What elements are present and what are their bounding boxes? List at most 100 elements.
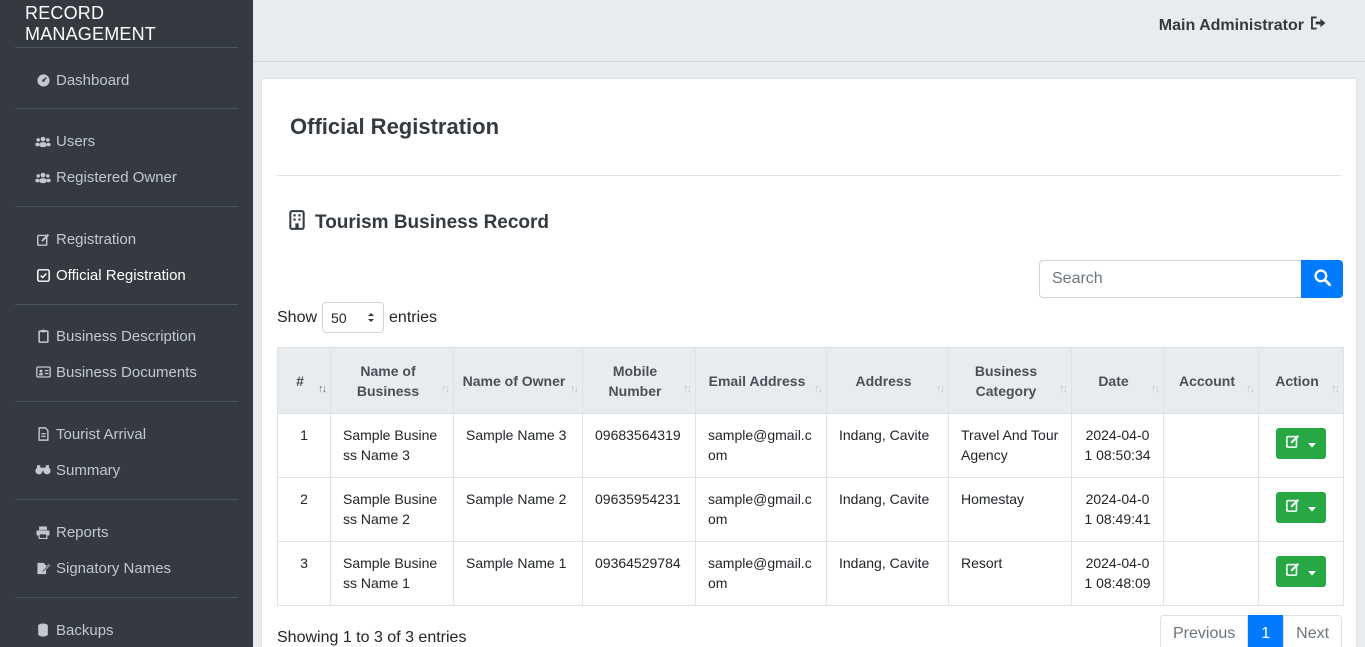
pagination-next[interactable]: Next bbox=[1283, 615, 1343, 647]
users-icon bbox=[35, 135, 51, 148]
cell-address: Indang, Cavite bbox=[826, 477, 949, 542]
sidebar-item-official-registration[interactable]: Official Registration bbox=[15, 257, 238, 293]
sidebar-item-label: Business Documents bbox=[56, 363, 197, 381]
cell-category: Travel And Tour Agency bbox=[948, 413, 1072, 478]
sort-icon: ↑↓ bbox=[814, 383, 823, 395]
cell-address: Indang, Cavite bbox=[826, 541, 949, 606]
cell-date: 2024-04-01 08:50:34 bbox=[1071, 413, 1164, 478]
cell-category: Homestay bbox=[948, 477, 1072, 542]
sidebar-item-label: Dashboard bbox=[56, 71, 130, 89]
sort-icon: ↑↓ bbox=[936, 383, 945, 395]
cell-date: 2024-04-01 08:48:09 bbox=[1071, 541, 1164, 606]
cell-account bbox=[1163, 477, 1259, 542]
cell-email: sample@gmail.com bbox=[695, 541, 827, 606]
entries-label: entries bbox=[389, 308, 438, 326]
column-header-num[interactable]: # ↑↓ bbox=[277, 347, 331, 414]
cell-date: 2024-04-01 08:49:41 bbox=[1071, 477, 1164, 542]
caret-down-icon bbox=[1308, 562, 1316, 582]
edit-dropdown-button[interactable] bbox=[1276, 492, 1326, 523]
pagination: Previous 1 Next bbox=[1160, 615, 1343, 647]
column-header-mobile[interactable]: Mobile Number ↑↓ bbox=[582, 347, 696, 414]
sidebar-item-business-description[interactable]: Business Description bbox=[15, 318, 238, 354]
sidebar-item-signatory-names[interactable]: Signatory Names bbox=[15, 550, 238, 586]
show-label: Show bbox=[277, 308, 318, 326]
column-header-email[interactable]: Email Address ↑↓ bbox=[695, 347, 827, 414]
divider bbox=[277, 175, 1341, 176]
nav-group-reports: Reports Signatory Names bbox=[15, 500, 238, 598]
header-label: Action bbox=[1275, 372, 1319, 389]
search-input[interactable] bbox=[1039, 260, 1301, 298]
print-icon bbox=[35, 525, 51, 539]
cell-action bbox=[1258, 541, 1344, 606]
header-label: Name of Owner bbox=[462, 372, 566, 389]
column-header-category[interactable]: Business Category ↑↓ bbox=[948, 347, 1072, 414]
cell-business: Sample Business Name 1 bbox=[330, 541, 454, 606]
binoculars-icon bbox=[35, 464, 51, 476]
sort-icon: ↑↓ bbox=[1059, 383, 1068, 395]
sidebar-item-reports[interactable]: Reports bbox=[15, 514, 238, 550]
sidebar-item-backups[interactable]: Backups bbox=[15, 612, 238, 647]
column-header-action[interactable]: Action ↑↓ bbox=[1258, 347, 1344, 414]
sort-icon: ↑↓ bbox=[683, 383, 692, 395]
main-card: Official Registration Tourism Business R… bbox=[261, 78, 1357, 647]
sidebar-item-registered-owner[interactable]: Registered Owner bbox=[15, 159, 238, 195]
sign-out-icon bbox=[1310, 16, 1327, 35]
header-label: Name of Business bbox=[356, 362, 420, 399]
sidebar-item-label: Signatory Names bbox=[56, 559, 172, 577]
edit-dropdown-button[interactable] bbox=[1276, 428, 1326, 459]
cell-num: 3 bbox=[277, 541, 331, 606]
sidebar-item-registration[interactable]: Registration bbox=[15, 221, 238, 257]
cell-email: sample@gmail.com bbox=[695, 477, 827, 542]
building-icon bbox=[289, 210, 305, 236]
header-label: # bbox=[296, 372, 304, 389]
nav-group-business: Business Description Business Documents bbox=[15, 305, 238, 402]
entries-select-value: 50 bbox=[331, 309, 347, 326]
entries-length-control: Show 50 entries bbox=[277, 302, 437, 333]
sort-icon: ↑↓ bbox=[1331, 383, 1340, 395]
column-header-business[interactable]: Name of Business ↑↓ bbox=[330, 347, 454, 414]
cell-address: Indang, Cavite bbox=[826, 413, 949, 478]
signature-icon bbox=[35, 562, 51, 575]
sidebar-item-label: Reports bbox=[56, 523, 109, 541]
admin-logout-link[interactable]: Main Administrator bbox=[1159, 16, 1327, 35]
tachometer-icon bbox=[35, 73, 51, 87]
search-button[interactable] bbox=[1301, 260, 1343, 298]
cell-business: Sample Business Name 2 bbox=[330, 477, 454, 542]
sidebar-item-business-documents[interactable]: Business Documents bbox=[15, 354, 238, 390]
sidebar-item-label: Registration bbox=[56, 230, 137, 248]
id-card-icon bbox=[35, 366, 51, 378]
pagination-previous[interactable]: Previous bbox=[1160, 615, 1249, 647]
column-header-address[interactable]: Address ↑↓ bbox=[826, 347, 949, 414]
table-row: 1 Sample Business Name 3 Sample Name 3 0… bbox=[277, 413, 1344, 478]
sidebar-item-dashboard[interactable]: Dashboard bbox=[15, 62, 238, 98]
table-header-row: # ↑↓ Name of Business ↑↓ Name of Owner ↑↓ M… bbox=[277, 347, 1344, 414]
cell-mobile: 09683564319 bbox=[582, 413, 696, 478]
column-header-owner[interactable]: Name of Owner ↑↓ bbox=[453, 347, 583, 414]
section-title-text: Tourism Business Record bbox=[315, 212, 550, 233]
sidebar-item-label: Summary bbox=[56, 461, 121, 479]
sidebar-item-label: Registered Owner bbox=[56, 168, 177, 186]
cell-owner: Sample Name 3 bbox=[453, 413, 583, 478]
search-group bbox=[1039, 260, 1343, 298]
header-label: Address bbox=[855, 372, 912, 389]
edit-dropdown-button[interactable] bbox=[1276, 556, 1326, 587]
sidebar-item-summary[interactable]: Summary bbox=[15, 452, 238, 488]
header-label: Business Category bbox=[974, 362, 1038, 399]
topbar: Main Administrator bbox=[253, 0, 1365, 62]
nav-group-tourist: Tourist Arrival Summary bbox=[15, 402, 238, 500]
table-info: Showing 1 to 3 of 3 entries bbox=[277, 629, 467, 646]
header-label: Date bbox=[1098, 372, 1129, 389]
column-header-date[interactable]: Date ↑↓ bbox=[1071, 347, 1164, 414]
database-icon bbox=[35, 623, 51, 637]
select-caret-icon bbox=[367, 310, 375, 326]
caret-down-icon bbox=[1308, 434, 1316, 454]
sidebar-item-users[interactable]: Users bbox=[15, 123, 238, 159]
cell-account bbox=[1163, 541, 1259, 606]
sidebar-item-tourist-arrival[interactable]: Tourist Arrival bbox=[15, 416, 238, 452]
brand-title: RECORD MANAGEMENT bbox=[15, 0, 238, 48]
entries-select[interactable]: 50 bbox=[322, 302, 385, 333]
pagination-page-1[interactable]: 1 bbox=[1248, 615, 1284, 647]
column-header-account[interactable]: Account ↑↓ bbox=[1163, 347, 1259, 414]
nav-group-dashboard: Dashboard bbox=[15, 48, 238, 109]
cell-email: sample@gmail.com bbox=[695, 413, 827, 478]
